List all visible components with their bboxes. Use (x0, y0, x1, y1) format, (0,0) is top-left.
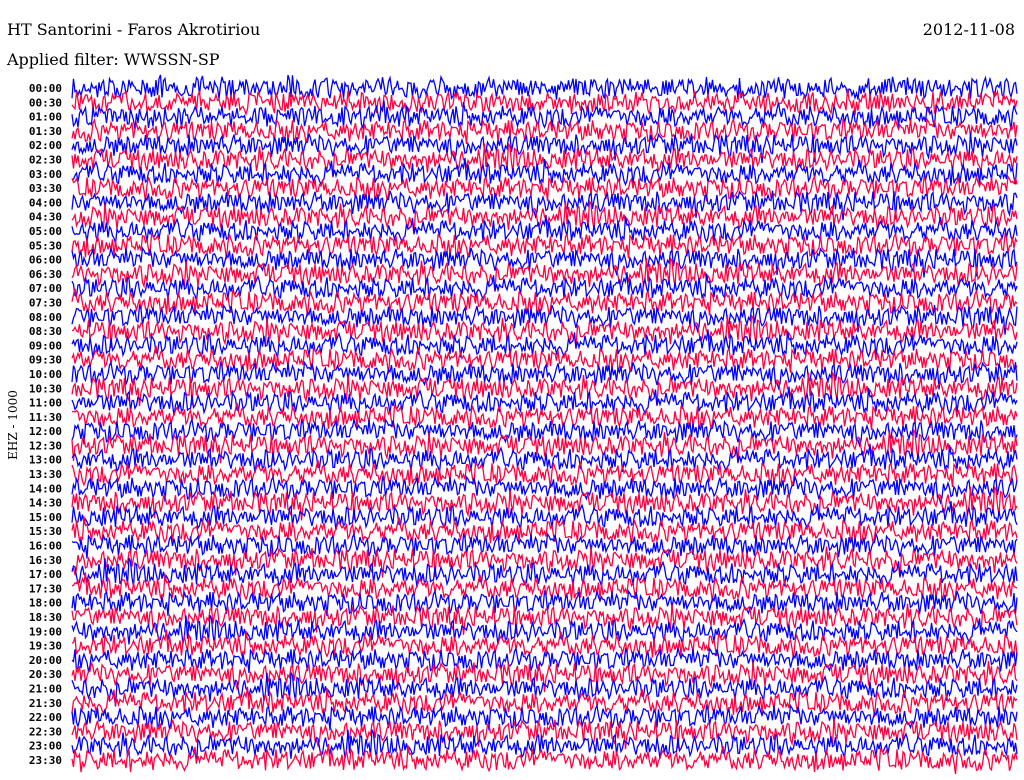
trace-0330 (71, 174, 1018, 203)
row-time-label: 12:30 (29, 439, 62, 452)
trace-2000 (71, 646, 1018, 674)
row-time-label: 04:00 (29, 196, 62, 209)
row-time-label: 07:30 (29, 296, 62, 309)
row-time-label: 23:30 (29, 754, 62, 767)
row-time-label: 16:00 (29, 540, 62, 553)
row-time-label: 03:00 (29, 168, 62, 181)
row-time-label: 00:30 (29, 96, 62, 109)
row-time-label: 11:30 (29, 411, 62, 424)
row-time-label: 04:30 (29, 211, 62, 224)
row-time-label: 15:30 (29, 525, 62, 538)
row-time-label: 09:30 (29, 354, 62, 367)
trace-0000 (71, 74, 1018, 101)
row-time-label: 22:00 (29, 711, 62, 724)
row-time-label: 02:00 (29, 139, 62, 152)
row-time-label: 18:00 (29, 597, 62, 610)
row-time-label: 05:30 (29, 239, 62, 252)
row-time-label: 21:00 (29, 683, 62, 696)
row-time-label: 10:00 (29, 368, 62, 381)
trace-2030 (71, 660, 1018, 693)
row-time-label: 14:30 (29, 497, 62, 510)
row-time-label: 15:00 (29, 511, 62, 524)
row-time-label: 12:00 (29, 425, 62, 438)
row-time-label: 07:00 (29, 282, 62, 295)
row-time-label: 02:30 (29, 153, 62, 166)
row-time-label: 00:00 (29, 82, 62, 95)
row-time-label: 23:00 (29, 740, 62, 753)
row-time-label: 03:30 (29, 182, 62, 195)
row-time-label: 20:00 (29, 654, 62, 667)
row-time-label: 18:30 (29, 611, 62, 624)
helicorder-plot: 00:0000:30 01:0001:3002:0002:30 03:0003:30… (29, 74, 1018, 775)
row-time-label: 21:30 (29, 697, 62, 710)
row-time-label: 19:00 (29, 625, 62, 638)
trace-1600 (71, 531, 1018, 559)
row-time-label: 01:00 (29, 111, 62, 124)
row-time-label: 09:00 (29, 339, 62, 352)
row-time-label: 06:00 (29, 254, 62, 267)
row-time-label: 16:30 (29, 554, 62, 567)
row-time-label: 08:30 (29, 325, 62, 338)
row-time-label: 01:30 (29, 125, 62, 138)
row-time-label: 22:30 (29, 725, 62, 738)
row-time-label: 19:30 (29, 640, 62, 653)
row-time-label: 11:00 (29, 397, 62, 410)
row-time-label: 20:30 (29, 668, 62, 681)
row-time-label: 14:00 (29, 482, 62, 495)
row-time-label: 13:30 (29, 468, 62, 481)
row-time-label: 08:00 (29, 311, 62, 324)
row-time-label: 17:00 (29, 568, 62, 581)
row-time-label: 13:00 (29, 454, 62, 467)
row-time-label: 17:30 (29, 582, 62, 595)
row-time-label: 06:30 (29, 268, 62, 281)
row-time-label: 05:00 (29, 225, 62, 238)
row-time-label: 10:30 (29, 382, 62, 395)
